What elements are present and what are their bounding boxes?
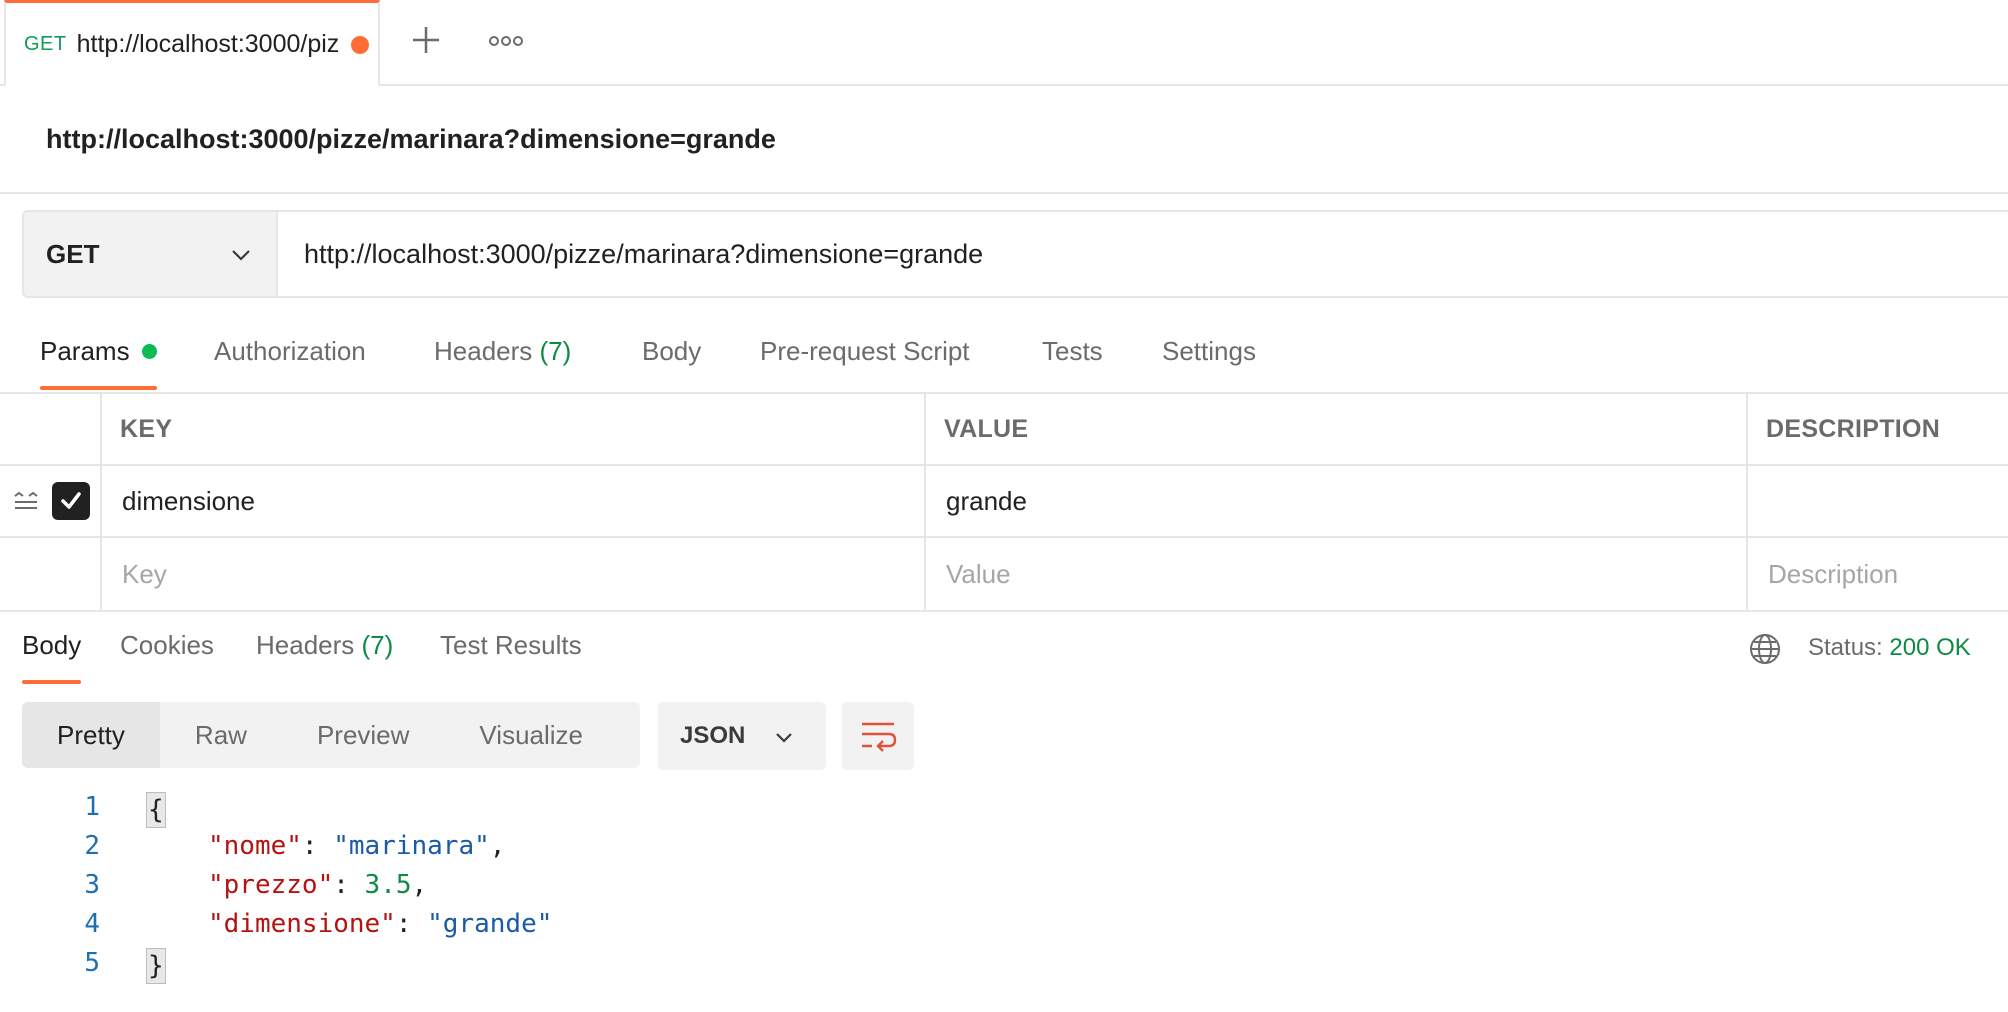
code-line: 1 {: [0, 792, 2008, 830]
request-header: http://localhost:3000/pizze/marinara?dim…: [0, 86, 2008, 194]
line-number: 3: [84, 870, 100, 900]
drag-handle-icon[interactable]: [12, 488, 40, 516]
line-number: 2: [84, 831, 100, 861]
table-row: dimensione grande: [0, 466, 2008, 538]
plus-icon: [413, 27, 439, 53]
line-number: 4: [84, 909, 100, 939]
value-column-header: VALUE: [944, 414, 1029, 443]
tab-params-label: Params: [40, 336, 130, 366]
json-value: 3.5: [364, 870, 412, 900]
method-select[interactable]: GET: [24, 212, 278, 296]
tab-params[interactable]: Params: [40, 336, 157, 392]
view-mode-group: Pretty Raw Preview Visualize: [22, 702, 640, 768]
json-value: "grande": [427, 909, 553, 939]
active-response-tab-indicator: [22, 680, 82, 684]
tab-settings[interactable]: Settings: [1162, 336, 1256, 392]
wrap-lines-icon: [862, 722, 897, 752]
new-tab-button[interactable]: [408, 20, 444, 60]
params-table: KEY VALUE DESCRIPTION dimensione grande …: [0, 394, 2008, 612]
more-icon: [489, 36, 523, 46]
more-tabs-button[interactable]: [486, 26, 526, 56]
tab-tests-label: Tests: [1042, 336, 1103, 366]
line-number: 5: [84, 948, 100, 978]
param-value-input[interactable]: grande: [946, 466, 1027, 536]
key-column-header: KEY: [120, 414, 173, 443]
globe-icon[interactable]: [1748, 632, 1782, 666]
response-tab-headers[interactable]: Headers (7): [256, 630, 393, 686]
code-line: 2 "nome": "marinara",: [0, 831, 2008, 869]
close-brace: }: [146, 948, 166, 984]
request-tabs: Params Authorization Headers (7) Body Pr…: [0, 318, 2008, 394]
response-tab-cookies[interactable]: Cookies: [120, 630, 214, 686]
format-select[interactable]: JSON: [658, 702, 826, 770]
chevron-down-icon: [776, 733, 792, 743]
params-active-dot: [141, 343, 157, 359]
tab-tests[interactable]: Tests: [1042, 336, 1103, 392]
response-tab-cookies-label: Cookies: [120, 630, 214, 660]
checkmark-icon: [61, 492, 81, 509]
wrap-lines-button[interactable]: [842, 702, 914, 770]
status-label: Status:: [1808, 634, 1883, 661]
view-preview-button[interactable]: Preview: [282, 702, 444, 768]
json-comma: ,: [411, 870, 428, 900]
tab-prerequest-label: Pre-request Script: [760, 336, 970, 366]
postman-request-view: GET http://localhost:3000/pizze/marinara…: [0, 0, 2008, 1012]
request-title[interactable]: http://localhost:3000/pizze/marinara?dim…: [46, 124, 776, 155]
url-input[interactable]: http://localhost:3000/pizze/marinara?dim…: [278, 212, 2008, 296]
description-column-header: DESCRIPTION: [1766, 414, 1941, 443]
param-enabled-checkbox[interactable]: [52, 482, 90, 520]
new-description-input[interactable]: Description: [1768, 538, 1898, 610]
new-key-input[interactable]: Key: [122, 538, 167, 610]
view-raw-button[interactable]: Raw: [160, 702, 282, 768]
response-tab-headers-label: Headers: [256, 630, 355, 660]
request-tab[interactable]: GET http://localhost:3000/pizze/marinara…: [4, 0, 380, 86]
tab-headers-count: (7): [539, 336, 572, 366]
tab-body-label: Body: [642, 336, 702, 366]
new-value-input[interactable]: Value: [946, 538, 1011, 610]
response-tab-body[interactable]: Body: [22, 630, 82, 686]
code-line: 4 "dimensione": "grande": [0, 909, 2008, 947]
tab-settings-label: Settings: [1162, 336, 1256, 366]
response-status[interactable]: Status: 200 OK: [1808, 634, 1971, 662]
tab-prerequest-script[interactable]: Pre-request Script: [760, 336, 970, 392]
tab-headers[interactable]: Headers (7): [434, 336, 571, 392]
table-row-new: Key Value Description: [0, 538, 2008, 610]
view-visualize-button[interactable]: Visualize: [444, 702, 618, 768]
code-line: 5 }: [0, 948, 2008, 986]
code-line: 3 "prezzo": 3.5,: [0, 870, 2008, 908]
tab-headers-label: Headers: [434, 336, 533, 366]
tab-authorization-label: Authorization: [214, 336, 366, 366]
params-header-row: KEY VALUE DESCRIPTION: [0, 394, 2008, 466]
json-comma: ,: [489, 831, 506, 861]
unsaved-dot: [350, 35, 369, 54]
status-value: 200 OK: [1889, 634, 1971, 661]
json-value: "marinara": [333, 831, 490, 861]
line-number: 1: [84, 792, 100, 822]
tab-body[interactable]: Body: [642, 336, 701, 392]
response-tab-test-results[interactable]: Test Results: [440, 630, 582, 686]
param-description-input[interactable]: [1768, 466, 1998, 536]
view-pretty-button[interactable]: Pretty: [22, 702, 160, 768]
response-tab-test-results-label: Test Results: [440, 630, 582, 660]
tab-method: GET: [24, 33, 67, 55]
open-brace: {: [146, 792, 166, 828]
url-bar: GET http://localhost:3000/pizze/marinara…: [22, 210, 2008, 298]
param-key-input[interactable]: dimensione: [122, 466, 255, 536]
response-tab-body-label: Body: [22, 630, 82, 660]
tab-title: http://localhost:3000/pizze/marinara?dim…: [76, 30, 339, 58]
json-key: "nome": [208, 831, 302, 861]
tab-authorization[interactable]: Authorization: [214, 336, 366, 392]
response-tab-headers-count: (7): [361, 630, 394, 660]
chevron-down-icon: [232, 250, 250, 261]
format-label: JSON: [680, 722, 746, 749]
active-tab-indicator: [40, 386, 157, 390]
json-key: "prezzo": [208, 870, 334, 900]
method-label: GET: [46, 238, 100, 269]
json-key: "dimensione": [208, 909, 396, 939]
tab-bar: GET http://localhost:3000/pizze/marinara…: [0, 0, 2008, 86]
